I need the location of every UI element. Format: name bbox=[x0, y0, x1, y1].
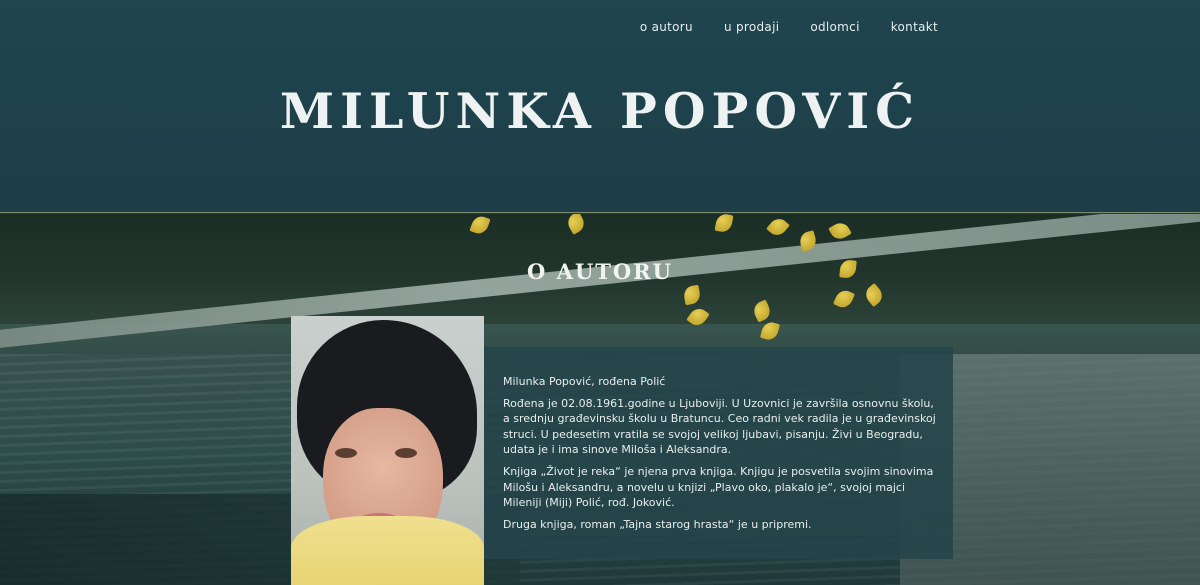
section-heading: O AUTORU bbox=[527, 259, 673, 284]
bio-paragraph: Knjiga „Život je reka“ je njena prva knj… bbox=[503, 464, 934, 510]
nav-link-u-prodaji[interactable]: u prodaji bbox=[724, 20, 779, 34]
bio-paragraph: Druga knjiga, roman „Tajna starog hrasta… bbox=[503, 517, 812, 531]
author-bio-panel: Milunka Popović, rođena Polić Rođena je … bbox=[484, 347, 953, 559]
photo-jacket bbox=[291, 516, 484, 585]
author-photo bbox=[291, 316, 484, 585]
bio-paragraph: Milunka Popović, rođena Polić bbox=[503, 375, 666, 388]
nav-link-odlomci[interactable]: odlomci bbox=[810, 20, 859, 34]
photo-eye bbox=[395, 448, 417, 458]
nav-link-kontakt[interactable]: kontakt bbox=[891, 20, 938, 34]
site-title: MILUNKA POPOVIĆ bbox=[279, 82, 921, 140]
bio-paragraph: Rođena je 02.08.1961.godine u Ljuboviji.… bbox=[503, 396, 936, 457]
photo-eye bbox=[335, 448, 357, 458]
site-header: o autoru u prodaji odlomci kontakt MILUN… bbox=[0, 0, 1200, 213]
main-nav: o autoru u prodaji odlomci kontakt bbox=[640, 20, 938, 34]
nav-link-o-autoru[interactable]: o autoru bbox=[640, 20, 693, 34]
